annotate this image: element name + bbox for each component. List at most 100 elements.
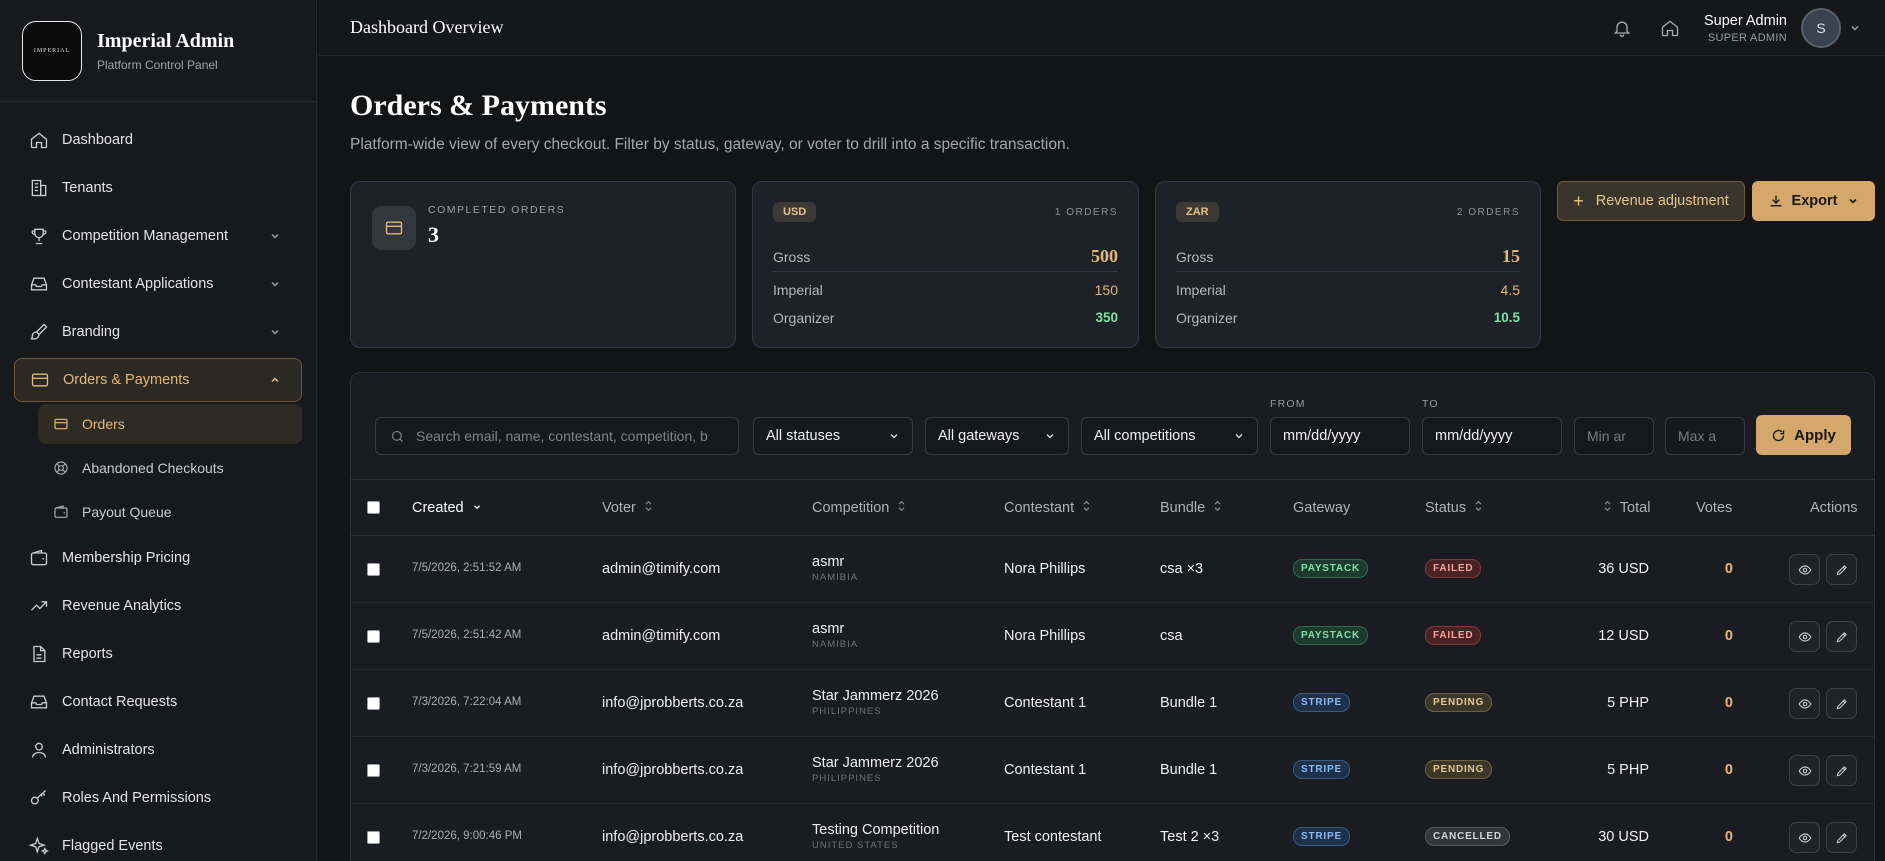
row-checkbox[interactable] bbox=[367, 764, 380, 777]
status-select-value: All statuses bbox=[766, 428, 841, 444]
view-button[interactable] bbox=[1789, 822, 1820, 853]
edit-button[interactable] bbox=[1826, 621, 1857, 652]
chevron-down-icon[interactable] bbox=[1849, 22, 1861, 34]
wallet-icon bbox=[30, 549, 48, 566]
edit-button[interactable] bbox=[1826, 755, 1857, 786]
eye-icon bbox=[1798, 832, 1811, 843]
revenue-adjustment-button[interactable]: + Revenue adjustment bbox=[1557, 181, 1745, 221]
bundle-cell: csa bbox=[1160, 628, 1183, 644]
view-button[interactable] bbox=[1789, 688, 1820, 719]
competition-select[interactable]: All competitions bbox=[1081, 417, 1258, 455]
sidebar-subitem-abandoned-checkouts[interactable]: Abandoned Checkouts bbox=[0, 446, 316, 490]
sidebar-item-label: Contact Requests bbox=[62, 694, 178, 710]
column-bundle[interactable]: Bundle bbox=[1160, 500, 1222, 516]
competition-cell: Testing Competition UNITED STATES bbox=[812, 822, 939, 851]
sidebar-item-contact-requests[interactable]: Contact Requests bbox=[0, 678, 316, 726]
column-contestant[interactable]: Contestant bbox=[1004, 500, 1091, 516]
max-amount-input[interactable]: Max a bbox=[1665, 417, 1745, 455]
sidebar-subitem-payout-queue[interactable]: Payout Queue bbox=[0, 490, 316, 534]
sidebar-item-membership-pricing[interactable]: Membership Pricing bbox=[0, 534, 316, 582]
column-label: Contestant bbox=[1004, 500, 1075, 516]
pencil-icon bbox=[1836, 698, 1847, 709]
sidebar-item-flagged-events[interactable]: Flagged Events bbox=[0, 822, 316, 861]
table-row[interactable]: 7/3/2026, 7:22:04 AM info@jprobberts.co.… bbox=[351, 670, 1874, 737]
edit-button[interactable] bbox=[1826, 688, 1857, 719]
orders-count: 2 ORDERS bbox=[1456, 207, 1520, 218]
column-voter[interactable]: Voter bbox=[602, 500, 653, 516]
status-select[interactable]: All statuses bbox=[753, 417, 913, 455]
sidebar-item-branding[interactable]: Branding bbox=[0, 308, 316, 356]
avatar[interactable]: S bbox=[1801, 8, 1841, 48]
gross-value: 500 bbox=[1091, 246, 1118, 266]
sidebar-subitem-orders[interactable]: Orders bbox=[38, 404, 302, 444]
sidebar-item-administrators[interactable]: Administrators bbox=[0, 726, 316, 774]
sidebar-item-revenue-analytics[interactable]: Revenue Analytics bbox=[0, 582, 316, 630]
select-all-checkbox[interactable] bbox=[367, 501, 380, 514]
sidebar-item-tenants[interactable]: Tenants bbox=[0, 164, 316, 212]
brush-icon bbox=[30, 323, 48, 340]
sidebar-item-dashboard[interactable]: Dashboard bbox=[0, 116, 316, 164]
contestant-cell: Nora Phillips bbox=[1004, 628, 1086, 644]
sidebar: IMPERIAL Imperial Admin Platform Control… bbox=[0, 0, 317, 861]
contestant-cell: Contestant 1 bbox=[1004, 762, 1087, 778]
export-button[interactable]: Export bbox=[1752, 181, 1875, 221]
min-amount-input[interactable]: Min ar bbox=[1574, 417, 1654, 455]
inbox-icon bbox=[30, 695, 48, 709]
sidebar-item-reports[interactable]: Reports bbox=[0, 630, 316, 678]
row-checkbox[interactable] bbox=[367, 697, 380, 710]
competition-cell: Star Jammerz 2026 PHILIPPINES bbox=[812, 688, 939, 717]
table-row[interactable]: 7/2/2026, 9:00:46 PM info@jprobberts.co.… bbox=[351, 804, 1874, 861]
user-menu[interactable]: Super Admin SUPER ADMIN bbox=[1704, 13, 1787, 44]
column-status[interactable]: Status bbox=[1425, 500, 1483, 516]
sidebar-item-contestant-applications[interactable]: Contestant Applications bbox=[0, 260, 316, 308]
column-created[interactable]: Created bbox=[412, 500, 482, 516]
table-row[interactable]: 7/5/2026, 2:51:42 AM admin@timify.com as… bbox=[351, 603, 1874, 670]
sort-icon bbox=[1083, 500, 1090, 512]
view-button[interactable] bbox=[1789, 621, 1820, 652]
orders-panel: Search email, name, contestant, competit… bbox=[350, 372, 1875, 861]
column-competition[interactable]: Competition bbox=[812, 500, 906, 516]
table-row[interactable]: 7/5/2026, 2:51:52 AM admin@timify.com as… bbox=[351, 536, 1874, 603]
contestant-cell: Nora Phillips bbox=[1004, 561, 1086, 577]
from-date-input[interactable]: mm/dd/yyyy bbox=[1270, 417, 1410, 455]
view-button[interactable] bbox=[1789, 554, 1820, 585]
to-date-input[interactable]: mm/dd/yyyy bbox=[1422, 417, 1562, 455]
sidebar-item-roles-permissions[interactable]: Roles And Permissions bbox=[0, 774, 316, 822]
currency-badge: ZAR bbox=[1176, 202, 1219, 222]
view-button[interactable] bbox=[1789, 755, 1820, 786]
votes-cell: 0 bbox=[1724, 829, 1733, 845]
chevron-up-icon bbox=[271, 377, 279, 383]
wallet-icon bbox=[54, 505, 68, 518]
table-row[interactable]: 7/3/2026, 7:21:59 AM info@jprobberts.co.… bbox=[351, 737, 1874, 804]
brand[interactable]: IMPERIAL Imperial Admin Platform Control… bbox=[0, 0, 316, 102]
topbar-title: Dashboard Overview bbox=[350, 17, 504, 37]
gateway-select[interactable]: All gateways bbox=[925, 417, 1069, 455]
sidebar-item-label: Reports bbox=[62, 646, 113, 662]
sidebar-item-orders-payments[interactable]: Orders & Payments bbox=[14, 358, 302, 402]
search-input[interactable]: Search email, name, contestant, competit… bbox=[375, 417, 739, 455]
row-checkbox[interactable] bbox=[367, 831, 380, 844]
competition-name: Star Jammerz 2026 bbox=[812, 688, 939, 704]
row-checkbox[interactable] bbox=[367, 630, 380, 643]
column-total[interactable]: Total bbox=[1603, 500, 1650, 516]
user-icon bbox=[31, 742, 47, 758]
competition-cell: asmr NAMIBIA bbox=[812, 554, 858, 583]
completed-orders-value: 3 bbox=[428, 222, 439, 247]
sidebar-item-competition-management[interactable]: Competition Management bbox=[0, 212, 316, 260]
divider bbox=[773, 271, 1118, 272]
created-cell: 7/3/2026, 7:22:04 AM bbox=[412, 696, 522, 708]
eye-icon bbox=[1798, 564, 1811, 575]
competition-country: NAMIBIA bbox=[812, 572, 859, 583]
edit-button[interactable] bbox=[1826, 822, 1857, 853]
edit-button[interactable] bbox=[1826, 554, 1857, 585]
sort-icon bbox=[1604, 500, 1611, 512]
sidebar-item-label: Contestant Applications bbox=[62, 276, 214, 292]
chevron-down-icon bbox=[271, 233, 279, 239]
home-icon[interactable] bbox=[1660, 18, 1680, 38]
chevron-down-icon bbox=[473, 505, 480, 510]
votes-cell: 0 bbox=[1724, 762, 1733, 778]
row-checkbox[interactable] bbox=[367, 563, 380, 576]
trophy-icon bbox=[31, 228, 47, 245]
apply-button[interactable]: Apply bbox=[1756, 415, 1851, 455]
bell-icon[interactable] bbox=[1612, 18, 1632, 38]
